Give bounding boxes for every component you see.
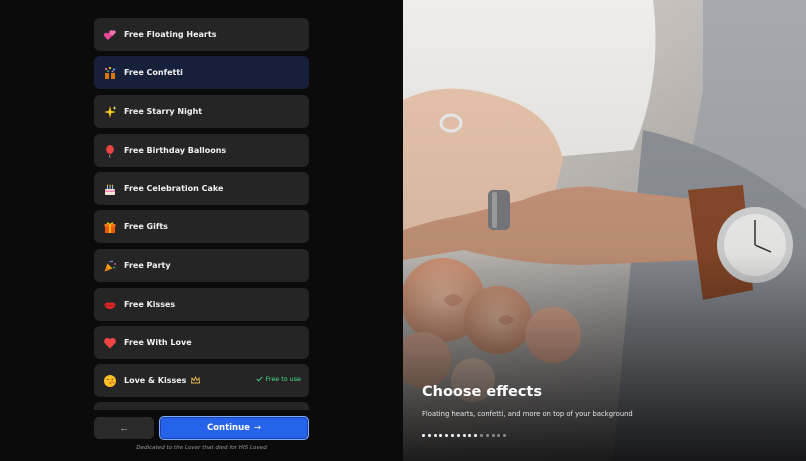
effect-celebration-cake[interactable]: Free Celebration Cake <box>94 172 309 205</box>
badge-label: Free to use <box>265 375 301 383</box>
effect-love-and-kisses[interactable]: Love & Kisses Free to use <box>94 364 309 397</box>
check-icon <box>256 376 263 382</box>
onboarding-panel: Choose effects Floating hearts, confetti… <box>403 0 806 461</box>
free-to-use-badge: Free to use <box>256 375 301 383</box>
effect-party[interactable]: Free Party <box>94 249 309 282</box>
effect-kisses[interactable]: Free Kisses <box>94 288 309 321</box>
effect-label: Free Confetti <box>124 68 183 77</box>
effect-label: Love & Kisses <box>124 376 187 385</box>
effect-label: Free Celebration Cake <box>124 184 224 193</box>
back-button[interactable]: ← <box>94 417 154 439</box>
step-dot[interactable] <box>503 434 507 437</box>
step-dot[interactable] <box>497 434 501 437</box>
crown-icon <box>191 375 201 386</box>
gift-icon <box>102 219 118 235</box>
balloon-icon <box>102 143 118 159</box>
effect-label: Free Birthday Balloons <box>124 146 227 155</box>
effect-label: Free Kisses <box>124 300 176 309</box>
arrow-left-icon: ← <box>119 423 129 433</box>
step-dot[interactable] <box>450 434 454 437</box>
effect-birthday-balloons[interactable]: Free Birthday Balloons <box>94 134 309 167</box>
confetti-icon <box>102 65 118 81</box>
onboarding-title: Choose effects <box>422 384 542 400</box>
step-dot[interactable] <box>468 434 472 437</box>
effect-with-love[interactable]: Free With Love <box>94 326 309 359</box>
lips-icon <box>102 297 118 313</box>
effects-list[interactable]: Free Floating Hearts Free Confetti Free … <box>94 18 309 410</box>
step-dot[interactable] <box>427 434 431 437</box>
step-dot[interactable] <box>433 434 437 437</box>
step-dot[interactable] <box>485 434 489 437</box>
step-dot[interactable] <box>445 434 449 437</box>
step-dot[interactable] <box>456 434 460 437</box>
effect-partial[interactable] <box>94 402 309 410</box>
arrow-right-icon: → <box>253 423 262 433</box>
party-popper-icon <box>102 258 118 274</box>
step-indicator <box>422 434 507 437</box>
double-hearts-icon <box>102 27 118 43</box>
step-dot[interactable] <box>474 434 478 437</box>
effect-label: Free With Love <box>124 338 192 347</box>
effect-confetti[interactable]: Free Confetti <box>94 56 309 89</box>
step-dot[interactable] <box>491 434 495 437</box>
kissing-face-icon <box>102 373 118 389</box>
step-dot[interactable] <box>462 434 466 437</box>
red-heart-icon <box>102 335 118 351</box>
effect-starry-night[interactable]: Free Starry Night <box>94 95 309 128</box>
sparkles-icon <box>102 104 118 120</box>
effect-label: Free Starry Night <box>124 107 203 116</box>
step-dot[interactable] <box>479 434 483 437</box>
step-dot[interactable] <box>439 434 443 437</box>
continue-button[interactable]: Continue → <box>159 416 309 440</box>
effect-floating-hearts[interactable]: Free Floating Hearts <box>94 18 309 51</box>
cake-icon <box>102 181 118 197</box>
step-dot[interactable] <box>422 434 425 437</box>
effects-panel: Free Floating Hearts Free Confetti Free … <box>0 0 403 461</box>
onboarding-subtitle: Floating hearts, confetti, and more on t… <box>422 410 633 418</box>
effect-gifts[interactable]: Free Gifts <box>94 210 309 243</box>
dedication-text: Dedicated to the Lover that died for HIS… <box>136 445 267 451</box>
effect-label: Free Party <box>124 261 171 270</box>
effect-label: Free Floating Hearts <box>124 30 217 39</box>
effect-label: Free Gifts <box>124 222 168 231</box>
continue-label: Continue <box>206 423 250 433</box>
